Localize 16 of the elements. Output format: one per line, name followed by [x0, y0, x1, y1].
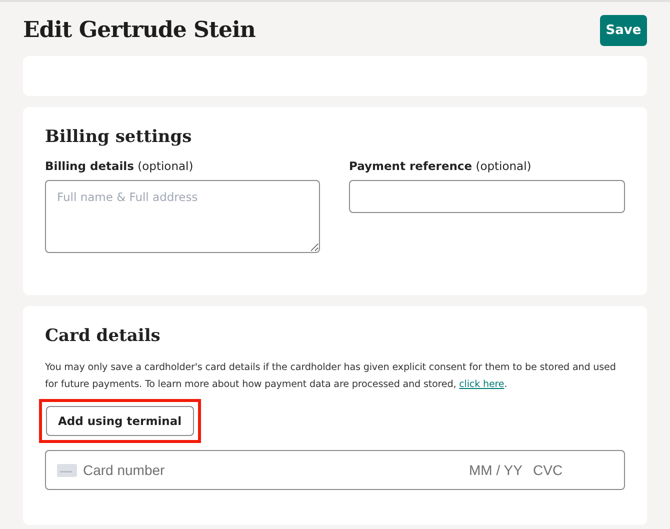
field-label: Billing details (optional)	[45, 159, 194, 173]
card-icon	[57, 464, 77, 476]
cvc-field[interactable]: CVC	[533, 462, 565, 478]
card-number-field[interactable]: Card number	[83, 462, 463, 478]
add-using-terminal-button[interactable]: Add using terminal	[46, 406, 194, 436]
section-heading: Card details	[45, 326, 162, 346]
click-here-link[interactable]: click here	[459, 378, 504, 390]
card-input[interactable]: Card number MM / YY CVC	[45, 450, 625, 490]
section-heading: Billing settings	[45, 127, 193, 147]
save-button[interactable]: Save	[600, 14, 647, 46]
page-title: Edit Gertrude Stein	[23, 17, 256, 43]
consent-notice: You may only save a cardholder's card details if the cardholder has given explicit consent for them to be stored and used for future payments. To learn more about how payment data are processed and stored, click here.	[45, 361, 617, 392]
payment-reference-field[interactable]	[349, 180, 625, 213]
billing-details-field[interactable]: Full name & Full address	[45, 180, 320, 253]
expiry-field[interactable]: MM / YY	[469, 462, 527, 478]
field-label: Payment reference (optional)	[349, 159, 532, 173]
